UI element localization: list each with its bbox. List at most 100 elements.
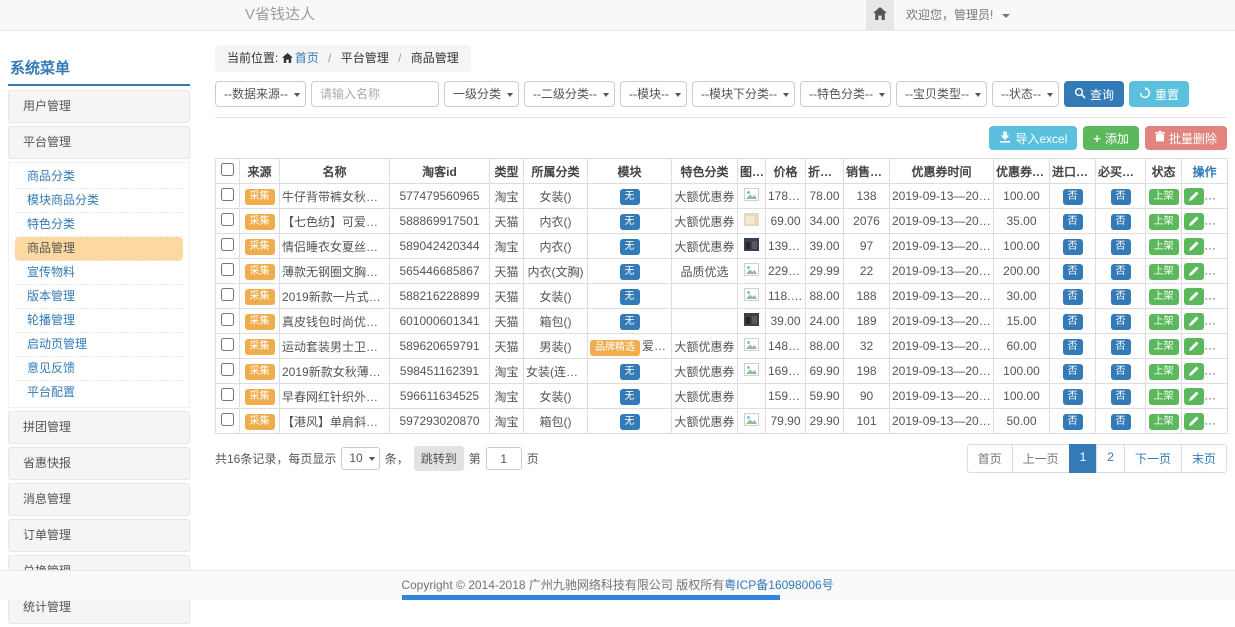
row-checkbox[interactable] [221,213,234,226]
must-buy-badge[interactable]: 否 [1111,364,1131,380]
sidebar-item-消息管理[interactable]: 消息管理 [8,483,190,516]
edit-button[interactable] [1184,413,1204,430]
sidebar-item-特色分类[interactable]: 特色分类 [15,213,183,237]
page-button-首页[interactable]: 首页 [967,444,1013,473]
page-button-下一页[interactable]: 下一页 [1124,444,1182,473]
filter-select-状态[interactable]: --状态-- [992,81,1059,107]
imported-badge[interactable]: 否 [1063,189,1083,205]
sidebar: 系统菜单 用户管理 平台管理 商品分类模块商品分类特色分类商品管理宣传物料版本管… [8,55,190,627]
breadcrumb-item-platform[interactable]: 平台管理 [341,51,389,65]
status-badge[interactable]: 上架 [1149,189,1179,205]
filter-select-数据来源[interactable]: --数据来源-- [215,81,306,107]
must-buy-badge[interactable]: 否 [1111,264,1131,280]
status-badge[interactable]: 上架 [1149,364,1179,380]
status-badge[interactable]: 上架 [1149,339,1179,355]
reset-button[interactable]: 重置 [1129,81,1189,107]
sidebar-item-拼团管理[interactable]: 拼团管理 [8,411,190,444]
search-button[interactable]: 查询 [1064,81,1124,107]
sidebar-item-启动页管理[interactable]: 启动页管理 [15,333,183,357]
sidebar-item-省惠快报[interactable]: 省惠快报 [8,447,190,480]
row-checkbox[interactable] [221,238,234,251]
home-button[interactable] [866,0,894,30]
user-menu[interactable]: 欢迎您，管理员! [906,0,1010,30]
select-all-checkbox[interactable] [221,163,234,176]
coupon-amount: 30.00 [994,284,1050,309]
status-badge[interactable]: 上架 [1149,239,1179,255]
edit-button[interactable] [1184,313,1204,330]
sidebar-item-订单管理[interactable]: 订单管理 [8,519,190,552]
edit-button[interactable] [1184,288,1204,305]
must-buy-badge[interactable]: 否 [1111,239,1131,255]
row-checkbox[interactable] [221,413,234,426]
page-number-input[interactable] [486,447,522,470]
status-badge[interactable]: 上架 [1149,289,1179,305]
import-excel-button[interactable]: 导入excel [989,126,1077,150]
filter-select-特色分类[interactable]: --特色分类-- [800,81,891,107]
must-buy-badge[interactable]: 否 [1111,189,1131,205]
edit-button[interactable] [1184,338,1204,355]
icp-link[interactable]: 粤ICP备16098006号 [724,578,833,592]
imported-badge[interactable]: 否 [1063,239,1083,255]
sidebar-item-platform-mgmt[interactable]: 平台管理 [8,126,190,159]
sidebar-item-意见反馈[interactable]: 意见反馈 [15,357,183,381]
status-badge[interactable]: 上架 [1149,264,1179,280]
row-checkbox[interactable] [221,263,234,276]
page-button-末页[interactable]: 末页 [1181,444,1227,473]
filter-select-模块下分类[interactable]: --模块下分类-- [692,81,795,107]
status-badge[interactable]: 上架 [1149,414,1179,430]
imported-badge[interactable]: 否 [1063,414,1083,430]
edit-button[interactable] [1184,263,1204,280]
page-button-上一页[interactable]: 上一页 [1012,444,1070,473]
row-checkbox[interactable] [221,388,234,401]
row-checkbox[interactable] [221,313,234,326]
edit-button[interactable] [1184,188,1204,205]
must-buy-badge[interactable]: 否 [1111,389,1131,405]
must-buy-badge[interactable]: 否 [1111,289,1131,305]
sidebar-item-平台配置[interactable]: 平台配置 [15,381,183,405]
sidebar-item-宣传物料[interactable]: 宣传物料 [15,261,183,285]
status-badge[interactable]: 上架 [1149,389,1179,405]
edit-button[interactable] [1184,238,1204,255]
row-checkbox[interactable] [221,363,234,376]
row-checkbox[interactable] [221,338,234,351]
per-page-select[interactable]: 10 [341,447,379,470]
must-buy-badge[interactable]: 否 [1111,214,1131,230]
imported-badge[interactable]: 否 [1063,214,1083,230]
row-checkbox[interactable] [221,188,234,201]
row-checkbox[interactable] [221,288,234,301]
sidebar-item-商品管理[interactable]: 商品管理 [15,237,183,261]
edit-button[interactable] [1184,363,1204,380]
edit-button[interactable] [1184,388,1204,405]
broken-image-icon [744,265,759,279]
imported-badge[interactable]: 否 [1063,339,1083,355]
filter-select-模块[interactable]: --模块-- [620,81,687,107]
imported-badge[interactable]: 否 [1063,289,1083,305]
add-button[interactable]: + 添加 [1083,126,1139,150]
name-search-input[interactable] [311,81,439,107]
jump-button[interactable]: 跳转到 [414,446,464,471]
breadcrumb-home-link[interactable]: 首页 [282,51,319,65]
filter-select-宝贝类型[interactable]: --宝贝类型-- [896,81,987,107]
page-button-2[interactable]: 2 [1096,444,1125,473]
batch-delete-button[interactable]: 批量删除 [1145,126,1227,150]
status-badge[interactable]: 上架 [1149,314,1179,330]
sidebar-item-版本管理[interactable]: 版本管理 [15,285,183,309]
imported-badge[interactable]: 否 [1063,364,1083,380]
page-button-1[interactable]: 1 [1069,444,1098,473]
filter-select-二级分类[interactable]: --二级分类-- [524,81,615,107]
sidebar-item-商品分类[interactable]: 商品分类 [15,165,183,189]
sales-count: 138 [844,184,890,209]
filter-select-一级分类[interactable]: 一级分类 [444,81,519,107]
edit-button[interactable] [1184,213,1204,230]
imported-badge[interactable]: 否 [1063,264,1083,280]
sidebar-item-模块商品分类[interactable]: 模块商品分类 [15,189,183,213]
must-buy-badge[interactable]: 否 [1111,314,1131,330]
must-buy-badge[interactable]: 否 [1111,414,1131,430]
imported-badge[interactable]: 否 [1063,389,1083,405]
sidebar-item-user-mgmt[interactable]: 用户管理 [8,90,190,123]
imported-badge[interactable]: 否 [1063,314,1083,330]
sidebar-item-轮播管理[interactable]: 轮播管理 [15,309,183,333]
must-buy-badge[interactable]: 否 [1111,339,1131,355]
breadcrumb: 当前位置: 首页 / 平台管理 / 商品管理 [215,45,471,72]
status-badge[interactable]: 上架 [1149,214,1179,230]
